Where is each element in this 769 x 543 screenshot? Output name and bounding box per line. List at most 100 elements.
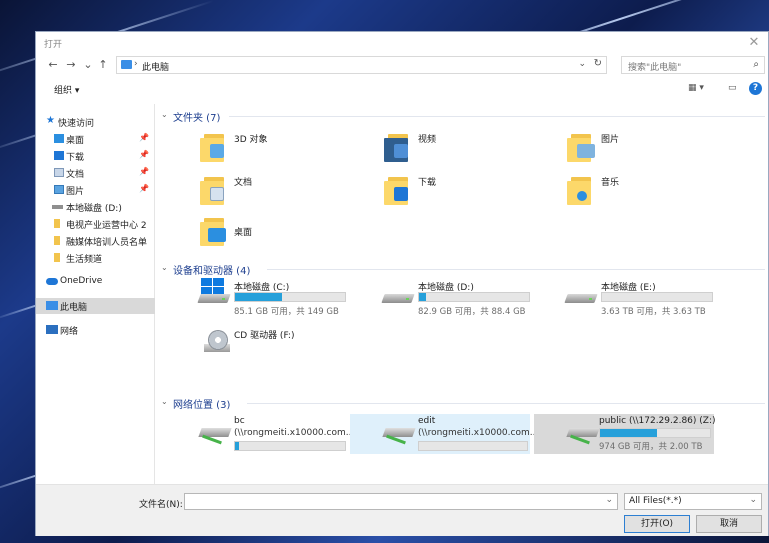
file-list: ⌄ 文件夹 (7) 3D 对象 视频 图片 文档 下载 音乐 桌面 ⌄ 设备和驱… — [156, 104, 768, 484]
sidebar-item-label: 此电脑 — [60, 303, 88, 313]
sidebar-item-quick-access[interactable]: ★ 快速访问 — [36, 114, 155, 130]
pin-icon[interactable]: 📌 — [139, 150, 149, 159]
filename-input[interactable]: ⌄ — [184, 493, 618, 510]
cd-drive-icon — [204, 330, 230, 356]
sidebar-item-label: 下载 — [66, 153, 85, 163]
breadcrumb-separator-icon: › — [134, 59, 138, 69]
network-group-header[interactable]: ⌄ 网络位置 (3) — [161, 395, 765, 411]
sidebar-item-downloads[interactable]: 下载 📌 — [36, 148, 155, 164]
folder-icon — [54, 253, 60, 262]
folder-desktop[interactable]: 桌面 — [194, 212, 370, 252]
refresh-icon[interactable]: ↻ — [594, 58, 602, 69]
folder-name: 3D 对象 — [234, 135, 268, 145]
folder-name: 音乐 — [601, 178, 620, 188]
drive-space-info: 974 GB 可用，共 2.00 TB — [599, 442, 703, 452]
back-arrow-icon[interactable]: ← — [46, 57, 60, 73]
file-type-value: All Files(*.*) — [629, 496, 682, 506]
search-placeholder: 搜索"此电脑" — [628, 63, 682, 73]
group-title: 网络位置 (3) — [173, 400, 231, 411]
drive-c[interactable]: 本地磁盘 (C:) 85.1 GB 可用，共 149 GB — [194, 278, 370, 318]
navigation-pane: ★ 快速访问 桌面 📌 下载 📌 文档 📌 图片 📌 本地磁盘 (D:) 电视产… — [36, 104, 155, 484]
folder-name: 视频 — [418, 135, 437, 145]
collapse-chevron-icon[interactable]: ⌄ — [161, 263, 168, 272]
chevron-down-icon: ⌄ — [749, 495, 757, 505]
drive-usage-bar — [418, 441, 528, 451]
sidebar-item-onedrive[interactable]: OneDrive — [36, 274, 155, 290]
sidebar-item-pictures[interactable]: 图片 📌 — [36, 182, 155, 198]
collapse-chevron-icon[interactable]: ⌄ — [161, 397, 168, 406]
close-icon[interactable]: ✕ — [744, 33, 764, 53]
folder-icon — [567, 132, 595, 162]
network-location-bc[interactable]: bc (\\rongmeiti.x10000.com... — [194, 414, 370, 454]
star-icon: ★ — [46, 115, 55, 126]
drive-f-cd[interactable]: CD 驱动器 (F:) — [194, 322, 370, 362]
desktop-icon — [54, 134, 64, 143]
drive-usage-bar — [418, 292, 530, 302]
command-bar: 组织 ▾ ▦ ▾ ▭ ? — [36, 78, 768, 100]
navigation-bar: ← → ⌄ ↑ › 此电脑 ⌄ ↻ 搜索"此电脑" ⌕ — [36, 54, 768, 76]
folder-videos[interactable]: 视频 — [378, 128, 554, 168]
sidebar-item-documents[interactable]: 文档 📌 — [36, 165, 155, 181]
view-options-icon[interactable]: ▦ ▾ — [688, 83, 704, 93]
drive-usage-fill — [419, 293, 426, 301]
sidebar-item-local-disk-d[interactable]: 本地磁盘 (D:) — [36, 199, 155, 215]
folder-pictures[interactable]: 图片 — [561, 128, 737, 168]
folder-music[interactable]: 音乐 — [561, 171, 737, 211]
drive-space-info: 85.1 GB 可用，共 149 GB — [234, 307, 339, 317]
drive-usage-bar — [234, 441, 346, 451]
drive-space-info: 3.63 TB 可用，共 3.63 TB — [601, 307, 706, 317]
cancel-button[interactable]: 取消 — [696, 515, 762, 533]
document-icon — [54, 168, 64, 177]
sidebar-item-label: 文档 — [66, 170, 85, 180]
address-dropdown-icon[interactable]: ⌄ — [578, 59, 586, 69]
folder-downloads[interactable]: 下载 — [378, 171, 554, 211]
pin-icon[interactable]: 📌 — [139, 167, 149, 176]
help-icon[interactable]: ? — [749, 82, 762, 95]
forward-arrow-icon[interactable]: → — [64, 57, 78, 73]
network-location-public[interactable]: public (\\172.29.2.86) (Z:) 974 GB 可用，共 … — [534, 414, 716, 454]
folder-3d-objects[interactable]: 3D 对象 — [194, 128, 370, 168]
drive-usage-bar — [234, 292, 346, 302]
search-icon[interactable]: ⌕ — [753, 59, 759, 70]
search-input[interactable]: 搜索"此电脑" ⌕ — [621, 56, 765, 74]
drive-d[interactable]: 本地磁盘 (D:) 82.9 GB 可用，共 88.4 GB — [378, 280, 554, 318]
folder-documents[interactable]: 文档 — [194, 171, 370, 211]
drive-icon — [381, 290, 415, 304]
open-button[interactable]: 打开(O) — [624, 515, 690, 533]
network-drive-icon — [382, 428, 416, 448]
sidebar-item-folder[interactable]: 生活频道 — [36, 250, 155, 266]
network-location-edit[interactable]: edit (\\rongmeiti.x10000.com... — [350, 414, 538, 454]
group-title: 文件夹 (7) — [173, 113, 221, 124]
up-arrow-icon[interactable]: ↑ — [96, 57, 110, 73]
folder-icon — [384, 132, 410, 162]
folder-name: 文档 — [234, 178, 253, 188]
drive-icon — [564, 290, 598, 304]
sidebar-item-folder[interactable]: 融媒体培训人员名单 — [36, 233, 155, 249]
filename-dropdown-icon[interactable]: ⌄ — [605, 495, 613, 505]
address-bar[interactable]: › 此电脑 ⌄ ↻ — [116, 56, 607, 74]
collapse-chevron-icon[interactable]: ⌄ — [161, 110, 168, 119]
sidebar-item-folder[interactable]: 电视产业运营中心 2 — [36, 216, 155, 232]
sidebar-item-label: 快速访问 — [58, 119, 95, 129]
sidebar-item-label: 本地磁盘 (D:) — [66, 204, 122, 214]
recent-locations-chevron-icon[interactable]: ⌄ — [81, 57, 95, 73]
title-bar: 打开 ✕ — [36, 32, 768, 54]
folders-group-header[interactable]: ⌄ 文件夹 (7) — [161, 108, 765, 124]
network-drive-icon — [198, 428, 232, 448]
breadcrumb[interactable]: 此电脑 — [142, 60, 169, 73]
drive-e[interactable]: 本地磁盘 (E:) 3.63 TB 可用，共 3.63 TB — [561, 280, 737, 318]
pin-icon[interactable]: 📌 — [139, 184, 149, 193]
organize-menu-button[interactable]: 组织 ▾ — [54, 83, 79, 96]
preview-pane-icon[interactable]: ▭ — [728, 83, 737, 93]
pin-icon[interactable]: 📌 — [139, 133, 149, 142]
sidebar-item-network[interactable]: 网络 — [36, 322, 155, 338]
folder-icon — [54, 219, 60, 228]
sidebar-item-desktop[interactable]: 桌面 📌 — [36, 131, 155, 147]
file-type-select[interactable]: All Files(*.*) ⌄ — [624, 493, 762, 510]
folder-icon — [567, 175, 593, 205]
sidebar-item-label: 图片 — [66, 187, 85, 197]
network-location-name: public (\\172.29.2.86) (Z:) — [599, 416, 716, 426]
drives-group-header[interactable]: ⌄ 设备和驱动器 (4) — [161, 261, 765, 277]
window-title: 打开 — [44, 40, 63, 50]
sidebar-item-this-pc[interactable]: 此电脑 — [36, 298, 155, 314]
